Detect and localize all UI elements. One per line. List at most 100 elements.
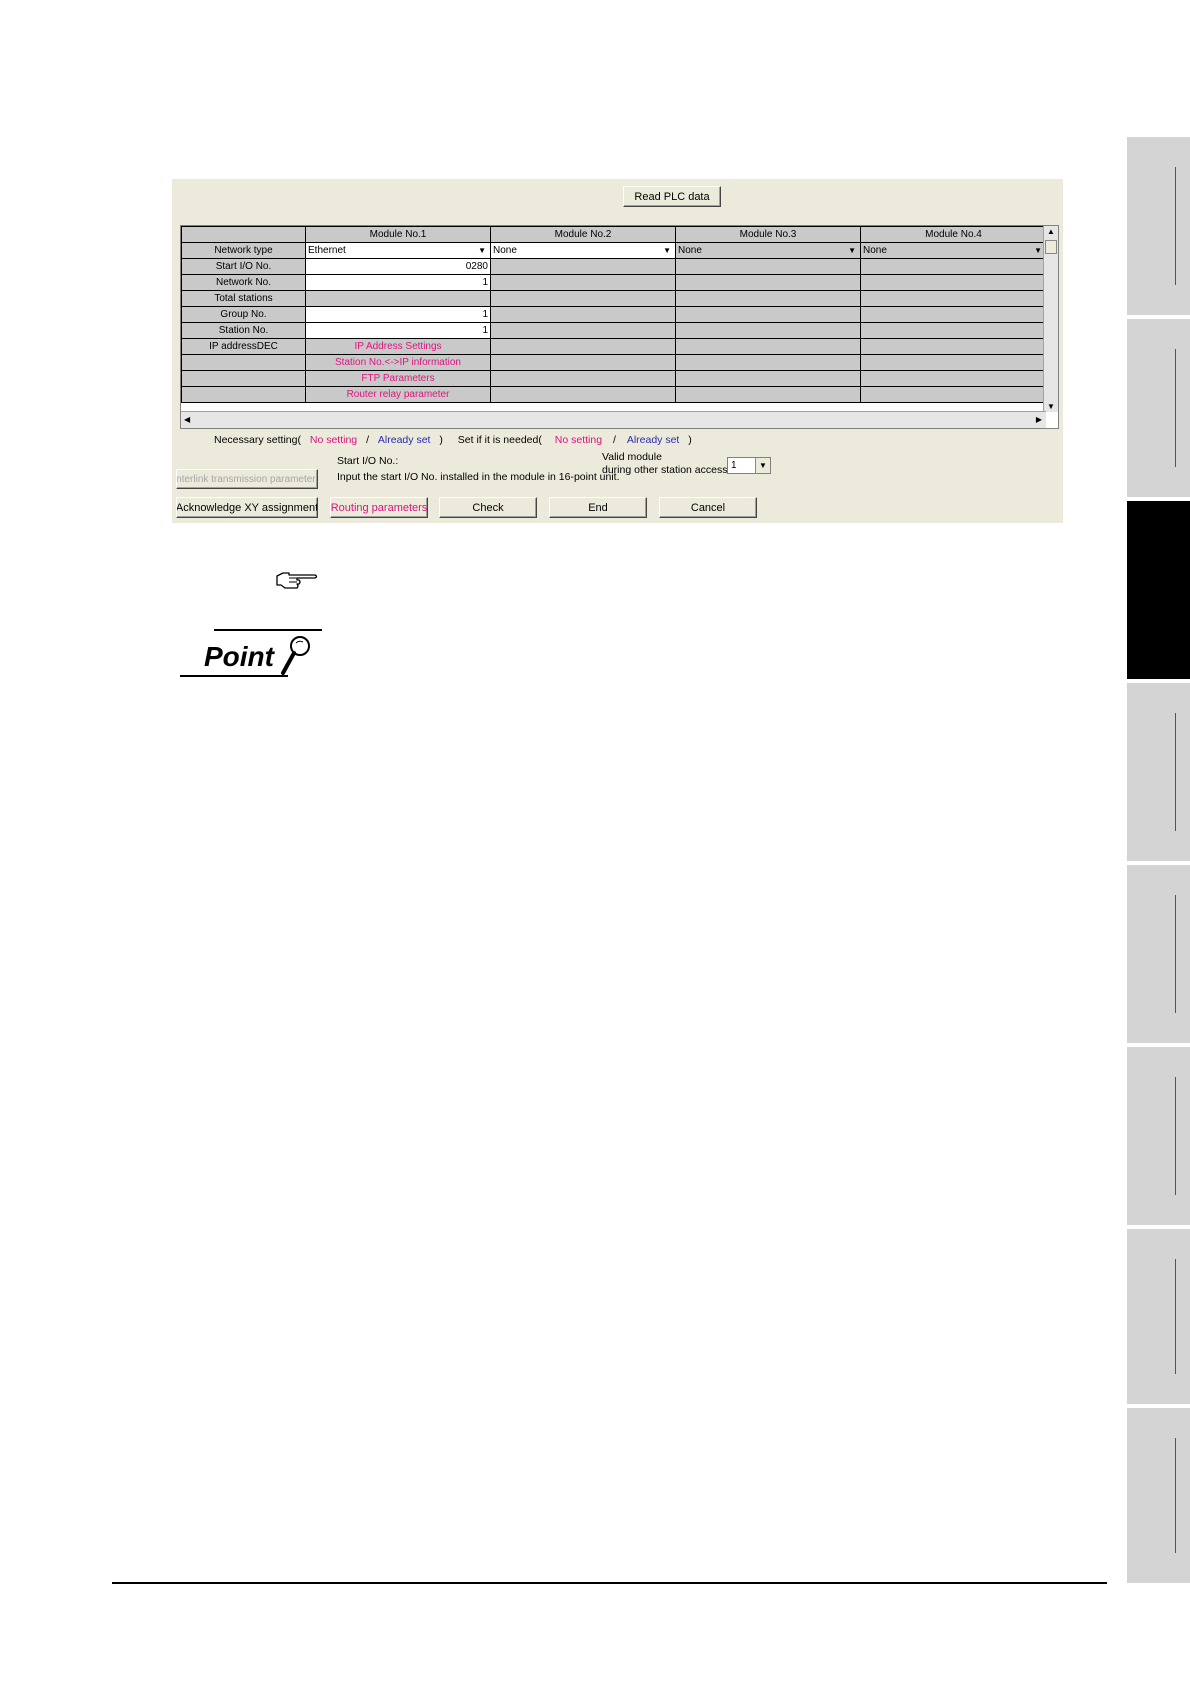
ip-address-settings-button[interactable]: IP Address Settings	[305, 338, 491, 355]
empty-cell	[490, 386, 676, 403]
side-tab-2	[1127, 319, 1190, 497]
row-label-station-no: Station No.	[181, 322, 306, 339]
network-type-select-1[interactable]: Ethernet ▼	[305, 242, 491, 259]
empty-cell	[860, 370, 1047, 387]
select-value: None	[493, 245, 517, 256]
cancel-button[interactable]: Cancel	[659, 497, 757, 518]
side-tab-4	[1127, 683, 1190, 861]
empty-cell	[860, 386, 1047, 403]
table-row: Group No. 1	[181, 306, 1047, 323]
empty-cell	[490, 274, 676, 291]
valid-module-select[interactable]: 1 ▼	[727, 457, 771, 474]
column-header-module-3: Module No.3	[675, 226, 861, 243]
dropdown-arrow-icon[interactable]: ▼	[663, 246, 671, 255]
scroll-right-arrow-icon[interactable]: ▶	[1036, 415, 1042, 424]
empty-cell	[675, 290, 861, 307]
table-row: Station No.<->IP information	[181, 354, 1047, 371]
dropdown-arrow-icon[interactable]: ▼	[755, 458, 770, 473]
empty-cell	[490, 354, 676, 371]
legend-already-set-2: Already set	[626, 434, 680, 446]
empty-cell	[860, 306, 1047, 323]
acknowledge-xy-assignment-button[interactable]: Acknowledge XY assignment	[176, 497, 318, 518]
table-row: Router relay parameter	[181, 386, 1047, 403]
side-tab-6	[1127, 1047, 1190, 1225]
interlink-transmission-parameters-button[interactable]: Interlink transmission parameters	[176, 469, 318, 489]
network-no-field[interactable]: 1	[305, 274, 491, 291]
dropdown-arrow-icon[interactable]: ▼	[848, 246, 856, 255]
hint-title: Start I/O No.:	[337, 455, 399, 467]
network-type-select-2[interactable]: None ▼	[490, 242, 676, 259]
legend-no-setting: No setting	[309, 434, 358, 446]
empty-cell	[860, 290, 1047, 307]
legend-necessary-label: Necessary setting(	[214, 434, 301, 446]
routing-parameters-button[interactable]: Routing parameters	[330, 497, 428, 518]
legend-no-setting-2: No setting	[554, 434, 603, 446]
empty-cell	[490, 370, 676, 387]
empty-cell	[490, 258, 676, 275]
dropdown-arrow-icon[interactable]: ▼	[478, 246, 486, 255]
read-plc-data-button[interactable]: Read PLC data	[623, 186, 721, 207]
scroll-left-arrow-icon[interactable]: ◀	[184, 415, 190, 424]
vertical-scrollbar[interactable]: ▲ ▼	[1043, 226, 1058, 412]
legend-needed-label: Set if it is needed(	[457, 434, 542, 446]
table-row: Network No. 1	[181, 274, 1047, 291]
network-parameter-dialog: Read PLC data Module No.1 Module No.2 Mo…	[172, 179, 1063, 523]
dropdown-arrow-icon[interactable]: ▼	[1034, 246, 1042, 255]
legend-slash-2: /	[612, 434, 616, 446]
table-row: Start I/O No. 0280	[181, 258, 1047, 275]
row-label-empty	[181, 386, 306, 403]
setting-legend: Necessary setting( No setting / Already …	[214, 434, 692, 446]
valid-module-label-2: during other station access	[602, 464, 728, 476]
legend-close: )	[439, 434, 443, 446]
table-header-row: Module No.1 Module No.2 Module No.3 Modu…	[181, 226, 1047, 243]
hint-text: Input the start I/O No. installed in the…	[337, 471, 620, 483]
empty-cell	[675, 274, 861, 291]
empty-cell	[675, 354, 861, 371]
column-header-module-2: Module No.2	[490, 226, 676, 243]
scroll-down-arrow-icon[interactable]: ▼	[1047, 402, 1055, 411]
row-label-group-no: Group No.	[181, 306, 306, 323]
empty-cell	[860, 354, 1047, 371]
empty-cell	[860, 322, 1047, 339]
select-value: None	[863, 245, 887, 256]
scrollbar-thumb[interactable]	[1045, 240, 1057, 254]
ftp-parameters-button[interactable]: FTP Parameters	[305, 370, 491, 387]
row-label-ip-address: IP addressDEC	[181, 338, 306, 355]
scroll-up-arrow-icon[interactable]: ▲	[1047, 227, 1055, 236]
point-logo-text: Point	[204, 641, 276, 672]
row-label-total-stations: Total stations	[181, 290, 306, 307]
legend-already-set: Already set	[377, 434, 431, 446]
group-no-field[interactable]: 1	[305, 306, 491, 323]
station-ip-information-button[interactable]: Station No.<->IP information	[305, 354, 491, 371]
network-type-select-4[interactable]: None ▼	[860, 242, 1047, 259]
valid-module-label-1: Valid module	[602, 451, 662, 463]
network-type-select-3[interactable]: None ▼	[675, 242, 861, 259]
table-row: IP addressDEC IP Address Settings	[181, 338, 1047, 355]
empty-cell	[490, 290, 676, 307]
router-relay-parameter-button[interactable]: Router relay parameter	[305, 386, 491, 403]
column-header-module-1: Module No.1	[305, 226, 491, 243]
table-row: Station No. 1	[181, 322, 1047, 339]
module-grid: Module No.1 Module No.2 Module No.3 Modu…	[180, 225, 1059, 429]
select-value: 1	[731, 460, 737, 471]
column-header-module-4: Module No.4	[860, 226, 1047, 243]
side-tab-8	[1127, 1408, 1190, 1583]
horizontal-scrollbar[interactable]: ◀ ▶	[181, 411, 1046, 428]
side-tab-5	[1127, 865, 1190, 1043]
table-row: FTP Parameters	[181, 370, 1047, 387]
table-row: Total stations	[181, 290, 1047, 307]
check-button[interactable]: Check	[439, 497, 537, 518]
empty-cell	[860, 274, 1047, 291]
station-no-field[interactable]: 1	[305, 322, 491, 339]
empty-cell	[675, 338, 861, 355]
point-logo: Point	[180, 629, 322, 677]
end-button[interactable]: End	[549, 497, 647, 518]
empty-cell	[675, 306, 861, 323]
empty-cell	[490, 322, 676, 339]
side-tab-1	[1127, 137, 1190, 315]
pointing-hand-icon	[276, 572, 318, 589]
start-io-field[interactable]: 0280	[305, 258, 491, 275]
row-label-network-type: Network type	[181, 242, 306, 259]
empty-cell	[490, 338, 676, 355]
row-label-empty	[181, 354, 306, 371]
